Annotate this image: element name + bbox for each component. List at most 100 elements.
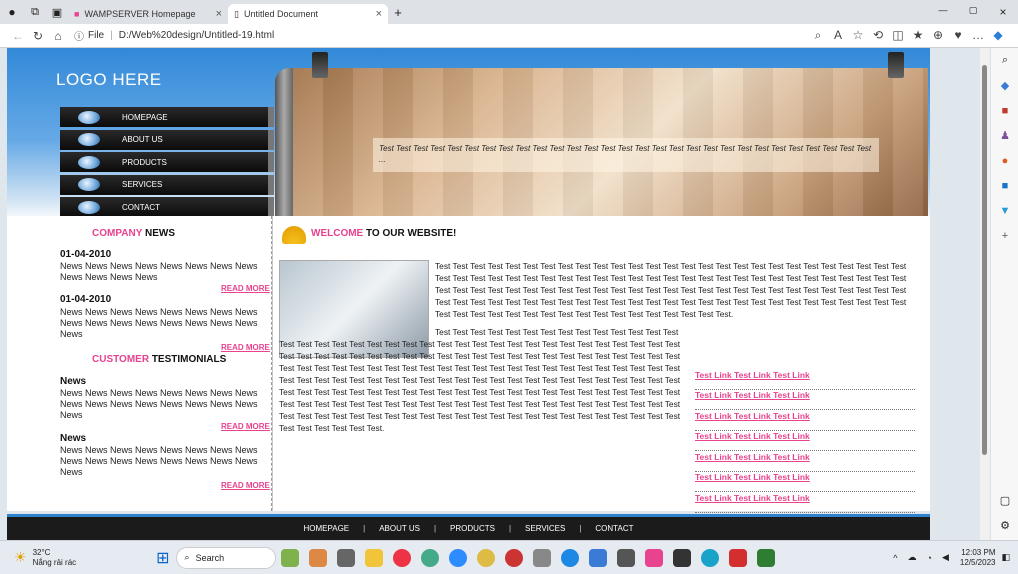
test-link[interactable]: Test Link Test Link Test Link (695, 390, 915, 410)
zalo-icon[interactable] (560, 548, 579, 567)
banner-caption: Test Test Test Test Test Test Test Test … (373, 138, 879, 172)
read-more-link[interactable]: READ MORE (221, 343, 270, 352)
back-icon[interactable]: ← (8, 29, 28, 43)
nav-item-services[interactable]: SERVICES (60, 174, 274, 195)
footer-link-about-us[interactable]: ABOUT US (379, 524, 420, 533)
document-favicon: ▯ (234, 8, 239, 19)
banner-image: Test Test Test Test Test Test Test Test … (275, 68, 928, 216)
volume-icon[interactable]: ◀ (942, 552, 949, 563)
read-more-link[interactable]: READ MORE (221, 422, 270, 431)
body-paragraph: Test Test Test Test Test Test Test Test … (279, 327, 681, 433)
workspaces-icon[interactable]: ⧉ (24, 6, 46, 19)
zoom-icon[interactable]: ⌕ (808, 28, 828, 43)
close-tab-icon[interactable]: × (376, 8, 382, 20)
windows-start-icon[interactable]: ⊞ (156, 548, 169, 568)
zoom-app-icon[interactable] (448, 548, 467, 567)
footer-link-products[interactable]: PRODUCTS (450, 524, 495, 533)
tab-actions-icon[interactable]: ▣ (46, 6, 68, 19)
read-more-link[interactable]: READ MORE (221, 284, 270, 293)
split-screen-icon[interactable]: ◫ (888, 28, 908, 43)
show-hidden-icons-icon[interactable]: ^ (893, 553, 897, 563)
nav-item-products[interactable]: PRODUCTS (60, 152, 274, 172)
sidebar-settings-icon[interactable]: ⚙ (991, 513, 1018, 538)
copilot-icon[interactable]: ◆ (988, 28, 1008, 43)
chrome-icon[interactable] (420, 548, 439, 567)
footer-link-contact[interactable]: CONTACT (595, 524, 633, 533)
favorites-icon[interactable]: ★ (908, 28, 928, 43)
url-field[interactable]: ⓘ File | D:/Web%20design/Untitled-19.htm… (74, 28, 274, 43)
terminal-icon[interactable] (672, 548, 691, 567)
scrollbar-thumb[interactable] (982, 65, 987, 455)
app-icon[interactable] (616, 548, 635, 567)
binder-spine (275, 68, 293, 216)
footer-navigation: HOMEPAGE | ABOUT US | PRODUCTS | SERVICES | … (7, 514, 930, 540)
office-icon[interactable]: ● (991, 148, 1018, 173)
weather-widget[interactable]: 32°C Nắng rải rác (33, 548, 77, 568)
taskbar-search[interactable]: ⌕ Search (175, 546, 276, 569)
acrobat-icon[interactable] (728, 548, 747, 567)
shopping-tag-icon[interactable]: ◆ (991, 73, 1018, 98)
search-icon: ⌕ (184, 552, 190, 562)
task-view-icon[interactable] (336, 548, 355, 567)
onedrive-icon[interactable]: ☁ (908, 552, 917, 563)
minimize-icon[interactable]: — (928, 5, 958, 19)
app-icon[interactable] (308, 548, 327, 567)
outlook-icon[interactable]: ■ (991, 173, 1018, 198)
footer-link-homepage[interactable]: HOMEPAGE (304, 524, 350, 533)
chrome-icon[interactable] (504, 548, 523, 567)
refresh-icon[interactable]: ↻ (28, 29, 48, 43)
profile-icon[interactable]: ● (0, 5, 24, 19)
collections-icon[interactable]: ⊕ (928, 28, 948, 43)
new-tab-icon[interactable]: + (388, 5, 408, 20)
footer-link-services[interactable]: SERVICES (525, 524, 565, 533)
hard-hat-icon (282, 226, 306, 244)
chrome-icon[interactable] (476, 548, 495, 567)
drop-icon[interactable]: ▼ (991, 198, 1018, 223)
test-link[interactable]: Test Link Test Link Test Link (695, 452, 915, 472)
add-sidebar-icon[interactable]: + (991, 223, 1018, 248)
messenger-icon[interactable] (588, 548, 607, 567)
nav-item-about-us[interactable]: ABOUT US (60, 129, 274, 150)
widgets-app-icon[interactable] (280, 548, 299, 567)
app-icon[interactable] (532, 548, 551, 567)
search-icon[interactable]: ⌕ (991, 48, 1018, 73)
app-icon[interactable] (644, 548, 663, 567)
globe-icon (78, 110, 100, 124)
file-explorer-icon[interactable] (364, 548, 383, 567)
weather-icon[interactable]: ☀ (14, 549, 27, 566)
wifi-icon[interactable]: ◔ (927, 553, 932, 563)
news-date: 01-04-2010 (60, 294, 112, 305)
read-more-link[interactable]: READ MORE (221, 481, 270, 490)
favorite-star-icon[interactable]: ☆ (848, 28, 868, 43)
web-page: LOGO HERE HOMEPAGE ABOUT US PRODUCTS SER… (0, 48, 980, 540)
toolbox-icon[interactable]: ■ (991, 98, 1018, 123)
logo[interactable]: LOGO HERE (56, 70, 162, 90)
hide-sidebar-icon[interactable]: ▢ (991, 488, 1018, 513)
restore-icon[interactable]: ▢ (958, 5, 988, 19)
test-link[interactable]: Test Link Test Link Test Link (695, 472, 915, 492)
nav-item-homepage[interactable]: HOMEPAGE (60, 107, 274, 127)
test-link[interactable]: Test Link Test Link Test Link (695, 431, 915, 451)
nav-item-contact[interactable]: CONTACT (60, 197, 274, 217)
test-link[interactable]: Test Link Test Link Test Link (695, 370, 915, 390)
dreamweaver-icon[interactable] (756, 548, 775, 567)
clock[interactable]: 12:03 PM 12/5/2023 (960, 548, 996, 568)
edge-icon[interactable] (700, 548, 719, 567)
intro-paragraph: Test Test Test Test Test Test Test Test … (435, 261, 907, 319)
test-link[interactable]: Test Link Test Link Test Link (695, 493, 915, 513)
test-link[interactable]: Test Link Test Link Test Link (695, 411, 915, 431)
news-date: 01-04-2010 (60, 249, 112, 260)
extensions-icon[interactable]: ⟲ (868, 28, 888, 43)
address-bar: ← ↻ ⌂ ⓘ File | D:/Web%20design/Untitled-… (0, 24, 1018, 48)
tab-untitled-document[interactable]: ▯ Untitled Document × (228, 4, 388, 24)
close-window-icon[interactable]: × (988, 5, 1018, 19)
chrome-icon[interactable] (392, 548, 411, 567)
home-icon[interactable]: ⌂ (48, 29, 68, 43)
read-aloud-icon[interactable]: A (828, 28, 848, 43)
tab-wampserver[interactable]: ■ WAMPSERVER Homepage × (68, 4, 228, 24)
notifications-icon[interactable]: ◧ (1001, 552, 1010, 563)
close-tab-icon[interactable]: × (216, 8, 222, 20)
games-icon[interactable]: ♟ (991, 123, 1018, 148)
performance-icon[interactable]: ♥ (948, 28, 968, 43)
more-menu-icon[interactable]: … (968, 28, 988, 43)
